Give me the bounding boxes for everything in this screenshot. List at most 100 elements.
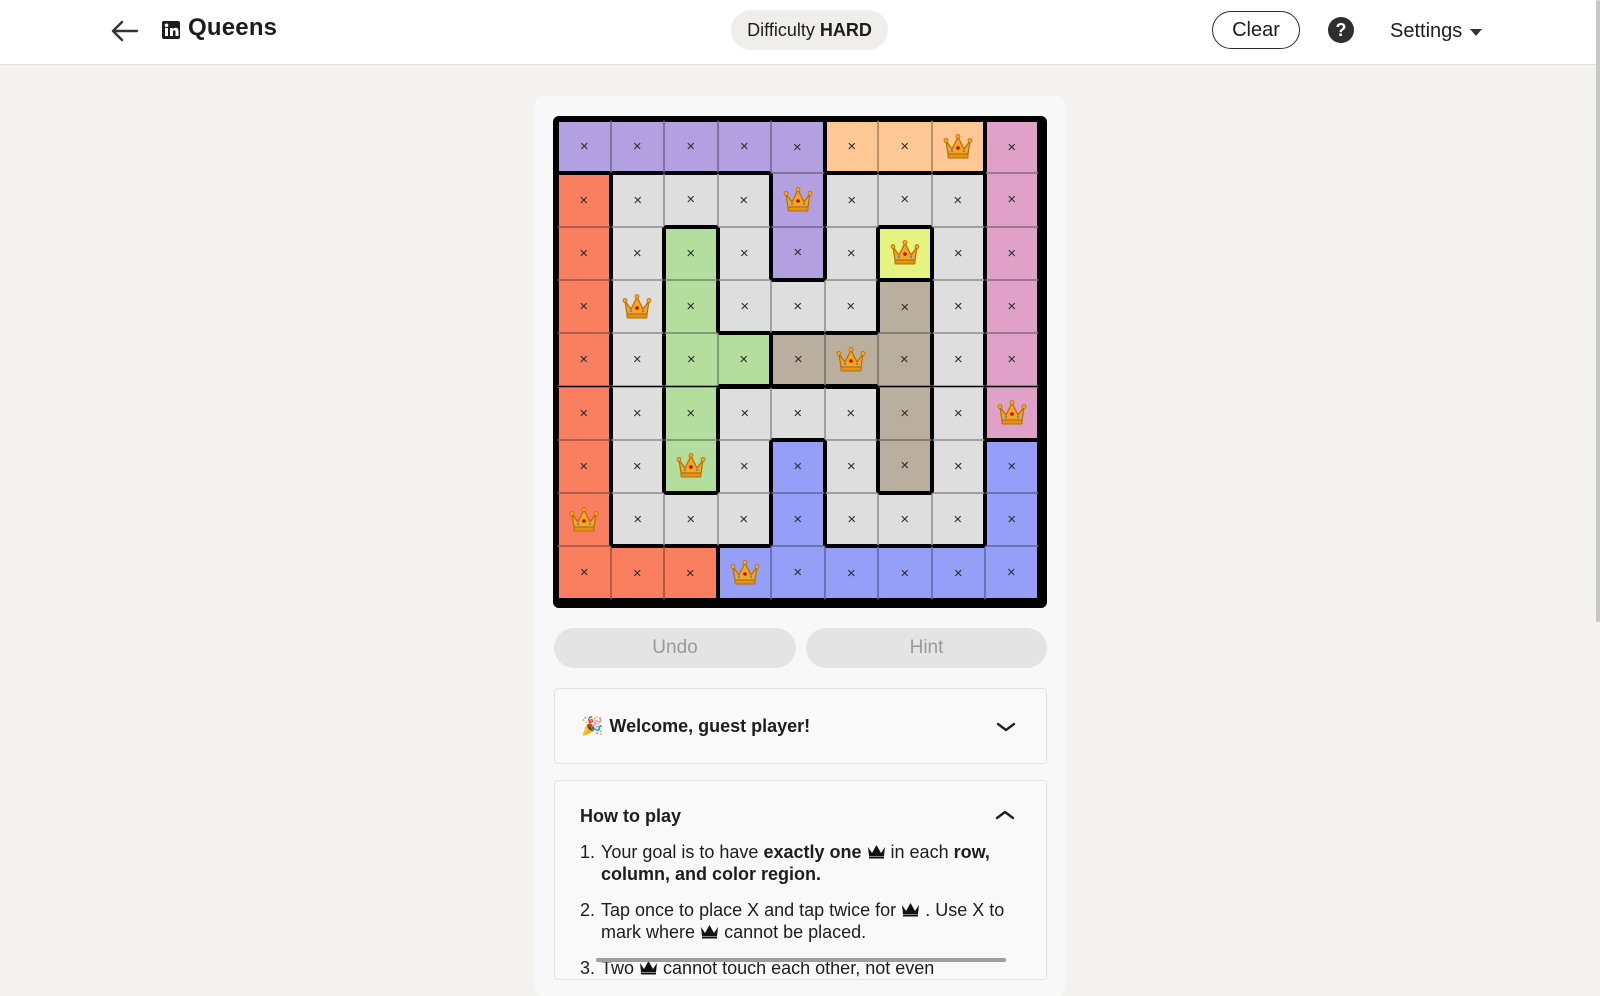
board-cell[interactable]: × bbox=[717, 120, 771, 174]
board-cell[interactable]: × bbox=[878, 333, 932, 387]
board-cell[interactable] bbox=[878, 226, 932, 280]
board-cell[interactable]: × bbox=[557, 439, 611, 494]
board-cell[interactable]: × bbox=[824, 226, 878, 280]
board-cell[interactable] bbox=[824, 333, 878, 387]
board-cell[interactable]: × bbox=[664, 386, 718, 440]
board-cell[interactable]: × bbox=[771, 546, 825, 600]
board-cell[interactable] bbox=[931, 120, 985, 174]
board-cell[interactable]: × bbox=[717, 173, 771, 227]
board-cell[interactable]: × bbox=[771, 120, 825, 174]
board-cell[interactable] bbox=[771, 173, 825, 227]
back-arrow-icon[interactable] bbox=[108, 14, 142, 48]
board-cell[interactable]: × bbox=[557, 333, 611, 387]
board-cell[interactable]: × bbox=[664, 226, 718, 280]
board-cell[interactable]: × bbox=[824, 493, 878, 547]
clear-button[interactable]: Clear bbox=[1212, 11, 1300, 49]
board-cell[interactable]: × bbox=[664, 120, 718, 174]
board-cell[interactable]: × bbox=[985, 226, 1039, 280]
board-cell[interactable]: × bbox=[931, 546, 985, 600]
page-scrollbar[interactable] bbox=[1596, 0, 1600, 622]
board-cell[interactable]: × bbox=[717, 386, 771, 440]
board-cell[interactable]: × bbox=[931, 493, 985, 547]
board-cell[interactable]: × bbox=[824, 439, 878, 494]
board-cell[interactable] bbox=[557, 493, 611, 547]
board-cell[interactable]: × bbox=[717, 493, 771, 547]
crown-icon bbox=[640, 961, 658, 975]
help-button[interactable]: ? bbox=[1328, 17, 1354, 43]
board-cell[interactable]: × bbox=[824, 546, 878, 600]
board-cell[interactable]: × bbox=[824, 279, 878, 334]
settings-dropdown[interactable]: Settings bbox=[1390, 18, 1483, 44]
board-cell[interactable]: × bbox=[610, 120, 664, 174]
board-cell[interactable]: × bbox=[610, 386, 664, 440]
board-cell[interactable]: × bbox=[664, 333, 718, 387]
board-cell[interactable]: × bbox=[985, 120, 1039, 174]
board-cell[interactable]: × bbox=[931, 279, 985, 334]
board-cell[interactable]: × bbox=[610, 493, 664, 547]
board-cell[interactable]: × bbox=[985, 279, 1039, 334]
party-popper-icon: 🎉 bbox=[581, 716, 604, 736]
rules-list: 1. Your goal is to have exactly one in e… bbox=[580, 841, 1020, 993]
board-cell[interactable]: × bbox=[664, 493, 718, 547]
board-cell[interactable]: × bbox=[771, 493, 825, 547]
board-cell[interactable]: × bbox=[878, 173, 932, 227]
board-cell[interactable]: × bbox=[717, 439, 771, 494]
chevron-up-icon[interactable] bbox=[994, 808, 1016, 822]
board-cell[interactable]: × bbox=[878, 493, 932, 547]
board-cell[interactable]: × bbox=[717, 333, 771, 387]
board-cell[interactable]: × bbox=[557, 546, 611, 600]
board-cell[interactable]: × bbox=[557, 386, 611, 440]
x-mark: × bbox=[632, 404, 642, 422]
board-cell[interactable]: × bbox=[664, 279, 718, 334]
board-cell[interactable]: × bbox=[985, 333, 1039, 387]
board-cell[interactable]: × bbox=[985, 546, 1039, 600]
board-cell[interactable]: × bbox=[717, 226, 771, 280]
board-cell[interactable]: × bbox=[771, 439, 825, 494]
board-cell[interactable]: × bbox=[717, 279, 771, 334]
board-cell[interactable]: × bbox=[557, 173, 611, 227]
board-cell[interactable]: × bbox=[610, 546, 664, 600]
board-cell[interactable]: × bbox=[557, 226, 611, 280]
x-mark: × bbox=[686, 351, 696, 369]
board-cell[interactable]: × bbox=[557, 120, 611, 174]
board-cell[interactable]: × bbox=[557, 279, 611, 334]
board-cell[interactable] bbox=[610, 279, 664, 334]
board-cell[interactable]: × bbox=[878, 439, 932, 494]
board-cell[interactable]: × bbox=[824, 173, 878, 227]
welcome-card[interactable]: 🎉 Welcome, guest player! bbox=[554, 688, 1047, 764]
board-cell[interactable]: × bbox=[610, 173, 664, 227]
chevron-down-icon[interactable] bbox=[995, 720, 1017, 734]
board-cell[interactable]: × bbox=[664, 173, 718, 227]
board-cell[interactable]: × bbox=[824, 386, 878, 440]
board-cell[interactable]: × bbox=[824, 120, 878, 174]
board-cell[interactable] bbox=[664, 439, 718, 494]
board-cell[interactable]: × bbox=[985, 173, 1039, 227]
board-cell[interactable]: × bbox=[985, 493, 1039, 547]
board-cell[interactable]: × bbox=[985, 439, 1039, 494]
board-cell[interactable]: × bbox=[878, 546, 932, 600]
board-cell[interactable]: × bbox=[878, 279, 932, 334]
board-cell[interactable]: × bbox=[610, 226, 664, 280]
board-cell[interactable]: × bbox=[931, 386, 985, 440]
board-cell[interactable]: × bbox=[771, 333, 825, 387]
board-cell[interactable]: × bbox=[771, 226, 825, 280]
board-cell[interactable]: × bbox=[931, 439, 985, 494]
top-bar: Queens Difficulty HARD Clear ? Settings bbox=[0, 0, 1600, 65]
board-cell[interactable]: × bbox=[771, 386, 825, 440]
x-mark: × bbox=[900, 457, 910, 475]
board-cell[interactable]: × bbox=[931, 333, 985, 387]
hint-button[interactable]: Hint bbox=[806, 628, 1047, 668]
board-cell[interactable]: × bbox=[878, 386, 932, 440]
board-cell[interactable] bbox=[985, 386, 1039, 440]
board-cell[interactable]: × bbox=[610, 439, 664, 494]
x-mark: × bbox=[953, 457, 963, 475]
board-cell[interactable]: × bbox=[771, 279, 825, 334]
card-scrollbar[interactable] bbox=[596, 958, 1006, 962]
board-cell[interactable]: × bbox=[878, 120, 932, 174]
board-cell[interactable]: × bbox=[931, 173, 985, 227]
undo-button[interactable]: Undo bbox=[554, 628, 796, 668]
board-cell[interactable]: × bbox=[610, 333, 664, 387]
board-cell[interactable] bbox=[717, 546, 771, 600]
board-cell[interactable]: × bbox=[664, 546, 718, 600]
board-cell[interactable]: × bbox=[931, 226, 985, 280]
